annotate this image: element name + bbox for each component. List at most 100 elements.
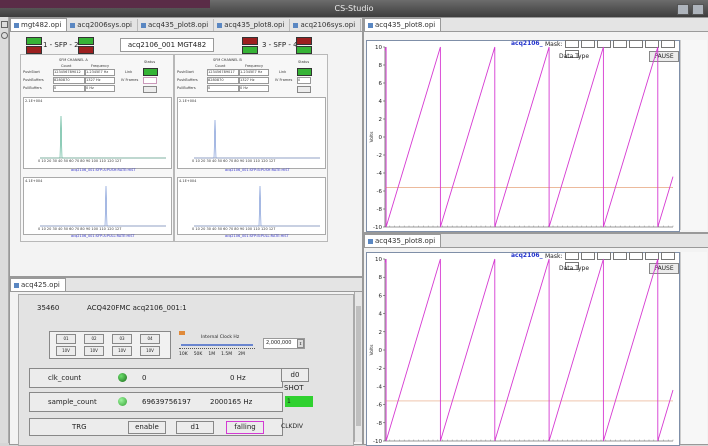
value-field: 1.2345E7 Hz: [239, 69, 269, 76]
d1-button[interactable]: d1: [176, 421, 214, 434]
range-button[interactable]: 10V: [84, 346, 104, 356]
range-button[interactable]: 10V: [112, 346, 132, 356]
plot-caption: acq2106_001:SFP:B:PUSH:RATE:HIST: [225, 168, 290, 172]
y-axis-label: Volts: [369, 344, 375, 355]
opi-icon: [368, 238, 373, 244]
sfp1-led: [26, 37, 42, 45]
link-label: Link: [125, 70, 133, 74]
opi-icon: [293, 22, 299, 28]
y-tick-label: -6: [377, 189, 383, 195]
y-tick-label: 0: [379, 135, 383, 141]
mgt482-pane: mgt482.opi acq2006sys.opi acq435_plot8.o…: [9, 17, 363, 277]
y-tick-label: -2: [377, 366, 382, 372]
status-label: Status: [144, 60, 156, 64]
ir-frames-field[interactable]: 0: [297, 77, 311, 84]
falling-button[interactable]: falling: [226, 421, 264, 434]
channel-button[interactable]: 04: [140, 334, 160, 344]
y-axis-label: Volts: [369, 131, 375, 142]
y-tick-label: 4: [379, 312, 383, 318]
shot-value: 1: [285, 396, 313, 407]
status-label: Status: [298, 60, 310, 64]
sample-count-led: [118, 397, 127, 406]
vertical-scrollbar[interactable]: [354, 292, 362, 442]
maximize-button[interactable]: [692, 4, 704, 15]
tab-acq425[interactable]: acq425.opi: [10, 278, 66, 291]
clock-slider[interactable]: [181, 344, 253, 346]
push-hist-svg: [194, 119, 320, 159]
pin-icon[interactable]: [1, 32, 8, 39]
sfp-left-group-2: [78, 37, 94, 54]
y-tick-label: 8: [379, 63, 383, 69]
enable-button[interactable]: enable: [128, 421, 166, 434]
sample-count-label: sample_count: [48, 398, 97, 406]
y-tick-label: 10: [375, 257, 382, 263]
spinner-arrows-icon[interactable]: ⇕: [297, 339, 304, 348]
ir-frames-field[interactable]: [143, 77, 157, 84]
tab-acq2106sys[interactable]: acq2106sys.opi: [290, 19, 362, 31]
channel-button[interactable]: 03: [112, 334, 132, 344]
channel-a-panel: SFM CHANNEL A Count Frequency Status Pus…: [20, 54, 174, 242]
push-hist-plot: 2.1E+004 0 10 20 30 40 50 60 70 80 90 10…: [23, 97, 172, 169]
row-label: PushStart: [23, 70, 40, 74]
sfp2-led-b: [78, 46, 94, 54]
link-led: [143, 68, 158, 76]
row-label: PushBuffers: [23, 78, 44, 82]
sfp-left-group: [26, 37, 42, 54]
row-label: PullBuffers: [23, 86, 42, 90]
sfp4-led-b: [296, 46, 312, 54]
reset-button[interactable]: [143, 86, 157, 93]
range-button[interactable]: 10V: [56, 346, 76, 356]
tab-acq435-plot8-a[interactable]: acq435_plot8.opi: [138, 19, 215, 31]
card-id: 35460: [37, 304, 60, 312]
scroll-thumb[interactable]: [356, 306, 361, 426]
y-tick-label: 6: [379, 293, 383, 299]
acq425-body: 35460 ACQ420FMC acq2106_001:1 01 02 03 0…: [18, 294, 354, 446]
y-tick-label: -4: [377, 171, 383, 177]
left-tabstrip: mgt482.opi acq2006sys.opi acq435_plot8.o…: [10, 18, 362, 32]
side-toolbar: [0, 17, 9, 443]
pull-hist-svg: [194, 185, 320, 227]
range-button[interactable]: 10V: [140, 346, 160, 356]
waveform-trace: [384, 46, 674, 228]
tab-acq2006sys[interactable]: acq2006sys.opi: [67, 19, 138, 31]
chart-side-margin: [680, 252, 707, 444]
channel-button[interactable]: 01: [56, 334, 76, 344]
sfp-right-group-2: [296, 37, 312, 54]
opi-icon: [70, 22, 76, 28]
y-tick-label: -6: [377, 403, 383, 409]
value-field: 0 Hz: [85, 85, 115, 92]
tab-overflow[interactable]: »₂: [361, 19, 362, 31]
plot-ticks: 0 10 20 30 40 50 60 70 80 90 100 110 120…: [38, 227, 122, 231]
right-top-tabstrip: acq435_plot8.opi: [364, 18, 708, 32]
plot-ticks: 0 10 20 30 40 50 60 70 80 90 100 110 120…: [192, 227, 276, 231]
opi-icon: [14, 22, 19, 28]
count-header: Count: [215, 64, 226, 68]
reset-button[interactable]: [297, 86, 311, 93]
ir-frames-label: IV Frames: [275, 78, 293, 82]
plot8-pane-top: acq435_plot8.opi acq2106_ Mask: Data Typ…: [363, 17, 708, 233]
channel-button[interactable]: 02: [84, 334, 104, 344]
value-field: 123456789012: [53, 69, 85, 76]
opi-icon: [14, 282, 19, 288]
link-label: Link: [279, 70, 287, 74]
tab-mgt482[interactable]: mgt482.opi: [10, 18, 68, 31]
grid-icon[interactable]: [1, 21, 8, 28]
y-tick-label: -2: [377, 153, 382, 159]
plot-ymax: 4.1E+004: [179, 179, 197, 183]
tab-acq435-plot8-top[interactable]: acq435_plot8.opi: [364, 18, 442, 31]
opi-icon: [217, 22, 223, 28]
minimize-button[interactable]: [677, 4, 689, 15]
value-field: 8280870: [207, 77, 239, 84]
tab-acq435-plot8-bottom[interactable]: acq435_plot8.opi: [364, 234, 442, 247]
y-tick-label: -4: [377, 384, 383, 390]
shot-label: SHOT: [284, 384, 304, 392]
plot-caption: acq2106_001:SFP:A:PUSH:RATE:HIST: [71, 168, 136, 172]
row-label: PushBuffers: [177, 78, 198, 82]
d0-button[interactable]: d0: [281, 368, 309, 382]
sfp-right-label: 3 - SFP - 4: [262, 41, 298, 49]
tab-acq435-plot8-b[interactable]: acq435_plot8.opi: [214, 19, 291, 31]
value-field: 0: [207, 85, 239, 92]
count-header: Count: [61, 64, 72, 68]
channel-b-title: SFM CHANNEL B: [213, 58, 242, 62]
acq425-tabstrip: acq425.opi: [10, 278, 362, 292]
